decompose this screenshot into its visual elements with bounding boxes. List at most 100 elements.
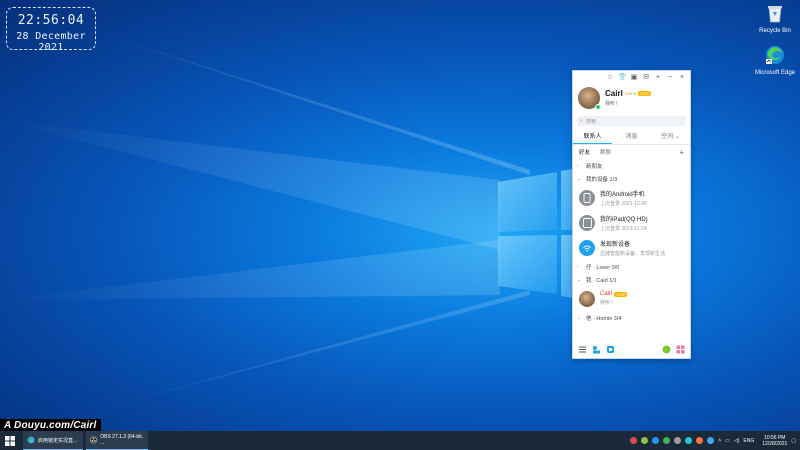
- group-label: 仔 · Lover 0/0: [586, 264, 620, 271]
- chevron-down-icon: ⌄: [577, 175, 582, 182]
- tray-app-icon[interactable]: [663, 437, 671, 444]
- mail-icon[interactable]: ✉: [642, 73, 650, 81]
- taskbar-clock[interactable]: 10:56 PM 12/28/2021: [762, 435, 787, 447]
- close-icon[interactable]: ×: [678, 74, 686, 81]
- list-item[interactable]: 我的iPad(QQ HD) 上次登录 2021-11-24: [573, 210, 690, 235]
- tab-contacts[interactable]: 联系人: [573, 129, 612, 144]
- tray-app-icon[interactable]: [696, 437, 704, 444]
- profile-signature[interactable]: 我听！: [605, 100, 651, 107]
- svip-badge: SVIP8: [624, 91, 637, 96]
- clock-time: 22:56:04: [17, 13, 85, 28]
- group-lover[interactable]: › 仔 · Lover 0/0: [573, 260, 690, 273]
- tab-space[interactable]: 空间 ⌄: [651, 129, 690, 144]
- friend-name: Cairl SVIP: [600, 291, 628, 297]
- taskbar-obs-button[interactable]: OBS 27.1.3 (64-bit, ...: [86, 431, 148, 450]
- menu-icon[interactable]: [578, 345, 587, 354]
- taskbar-button-label: 启用锁定实况直...: [38, 437, 78, 444]
- qq-bottom-bar: [573, 340, 690, 358]
- group-label: 他 · Homie 3/4: [586, 315, 622, 322]
- add-icon[interactable]: +: [654, 74, 662, 81]
- avatar[interactable]: [578, 87, 601, 110]
- chevron-down-icon: ⌄: [577, 314, 582, 321]
- qq-profile: Cairl SVIP8 SVIP 我听！: [573, 83, 690, 113]
- file-assistant-icon[interactable]: [606, 345, 615, 354]
- start-button[interactable]: [0, 431, 20, 450]
- device-last-login: 上次登录 2021-11-24: [600, 225, 647, 232]
- tablet-icon: [579, 214, 595, 231]
- edge-icon: [27, 436, 35, 444]
- online-status-icon: [595, 104, 601, 110]
- list-item[interactable]: Cairl SVIP 我听！: [573, 286, 690, 311]
- device-last-login: 上次登录 2021-12-28: [600, 200, 647, 207]
- recycle-bin-icon: [768, 6, 782, 23]
- chevron-down-icon: ⌄: [577, 276, 582, 283]
- chevron-up-icon[interactable]: ˄: [718, 438, 721, 444]
- sub-tabs: 好友 群聊 +: [573, 145, 690, 159]
- group-label: 我的设备 1/3: [586, 176, 618, 183]
- device-desc: 迅捷智能新设备，发现新生活: [600, 250, 666, 257]
- friend-signature: 我听！: [600, 300, 616, 306]
- desktop-icon-recycle-bin[interactable]: Recycle Bin: [752, 2, 798, 34]
- group-cairl[interactable]: ⌄ 我 · Cairl 1/1: [573, 273, 690, 286]
- taskbar-time: 10:56 PM: [764, 434, 786, 441]
- tray-app-icon[interactable]: [641, 437, 649, 444]
- subtab-groups[interactable]: 群聊: [600, 148, 611, 156]
- search-input[interactable]: ⌕ 搜索: [577, 116, 686, 126]
- edge-label: Microsoft Edge: [754, 70, 796, 76]
- search-placeholder: 搜索: [585, 118, 596, 125]
- profile-name[interactable]: Cairl SVIP8 SVIP: [605, 89, 652, 98]
- volume-icon[interactable]: ◁): [734, 438, 740, 444]
- qq-titlebar: ☆ 👕 ▣ ✉ + − ×: [573, 71, 690, 83]
- minimize-icon[interactable]: −: [666, 74, 674, 81]
- group-homie[interactable]: ⌄ 他 · Homie 3/4: [573, 311, 690, 324]
- friend-avatar: [579, 290, 595, 307]
- taskbar-date: 12/28/2021: [762, 440, 788, 447]
- friend-vip-badge: SVIP: [614, 291, 628, 297]
- game-icon[interactable]: [662, 345, 671, 354]
- friend-name-text: Cairl: [600, 291, 613, 297]
- taskbar-edge-button[interactable]: 启用锁定实况直...: [23, 431, 83, 450]
- system-tray: ˄ ▭ ◁) ENG 10:56 PM 12/28/2021 ▢: [630, 435, 800, 447]
- language-indicator[interactable]: ENG: [743, 438, 754, 444]
- phone-icon: [579, 189, 595, 206]
- search-icon: ⌕: [580, 118, 583, 124]
- obs-icon: [90, 436, 98, 444]
- add-contact-icon[interactable]: +: [679, 148, 684, 157]
- group-new-friends[interactable]: › 新朋友: [573, 159, 690, 172]
- group-my-devices[interactable]: ⌄ 我的设备 1/3: [573, 172, 690, 185]
- profile-name-text: Cairl: [605, 89, 623, 98]
- list-item[interactable]: 发现新设备 迅捷智能新设备，发现新生活: [573, 235, 690, 260]
- network-icon[interactable]: ▭: [725, 438, 730, 444]
- device-name: 我的iPad(QQ HD): [600, 216, 648, 223]
- edge-icon: [766, 46, 784, 64]
- tray-app-icon[interactable]: [652, 437, 660, 444]
- list-item[interactable]: 我的Android手机 上次登录 2021-12-28: [573, 185, 690, 210]
- device-name: 我的Android手机: [600, 191, 645, 198]
- tab-messages[interactable]: 消息: [612, 129, 651, 144]
- device-name: 发现新设备: [600, 241, 631, 248]
- taskbar-button-label: OBS 27.1.3 (64-bit, ...: [100, 434, 144, 446]
- notification-icon[interactable]: ▢: [791, 438, 796, 444]
- desktop-clock-widget: 22:56:04 28 December 2021: [6, 7, 96, 53]
- grid-apps-icon[interactable]: [676, 345, 685, 354]
- desktop-icon-edge[interactable]: Microsoft Edge: [752, 44, 798, 76]
- calendar-icon[interactable]: ▣: [630, 73, 638, 81]
- tray-app-icon[interactable]: [707, 437, 715, 444]
- chevron-right-icon: ›: [577, 162, 579, 169]
- taskbar: 启用锁定实况直... OBS 27.1.3 (64-bit, ... ˄ ▭ ◁…: [0, 431, 800, 450]
- qq-window: ☆ 👕 ▣ ✉ + − × Cairl SVIP8 SVIP 我听！ ⌕ 搜索 …: [572, 70, 691, 359]
- main-tabs: 联系人 消息 空间 ⌄: [573, 129, 690, 145]
- star-icon[interactable]: ☆: [606, 73, 614, 81]
- app-center-icon[interactable]: [592, 345, 601, 354]
- group-label: 我 · Cairl 1/1: [586, 277, 617, 284]
- shirt-icon[interactable]: 👕: [618, 73, 627, 81]
- subtab-friends[interactable]: 好友: [579, 148, 590, 156]
- tray-app-icon[interactable]: [674, 437, 682, 444]
- wifi-device-icon: [579, 239, 595, 256]
- group-label: 新朋友: [586, 163, 603, 170]
- tray-app-icon[interactable]: [685, 437, 693, 444]
- chevron-right-icon: ›: [577, 263, 579, 270]
- tab-space-label: 空间: [661, 134, 674, 140]
- tray-app-icon[interactable]: [630, 437, 638, 444]
- recycle-bin-label: Recycle Bin: [759, 28, 791, 34]
